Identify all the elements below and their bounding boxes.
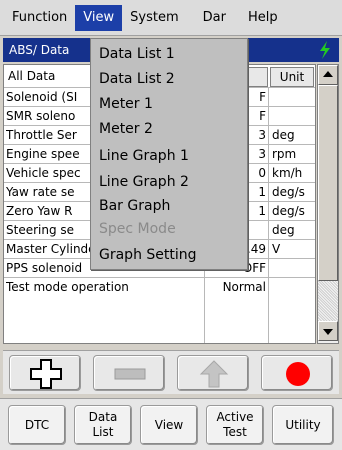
row-unit: deg/s [272,185,305,199]
row-unit: deg [272,128,295,142]
menu-item-graph-setting[interactable]: Graph Setting [91,242,247,268]
move-up-button[interactable] [177,355,249,391]
row-unit: deg [272,223,295,237]
menu-item-line-graph-1[interactable]: Line Graph 1 [91,143,247,169]
menu-view[interactable]: View [75,4,123,31]
scroll-down-button[interactable] [318,321,338,341]
row-unit: deg/s [272,204,305,218]
menu-item-meter-1[interactable]: Meter 1 [91,91,247,117]
scroll-up-button[interactable] [318,65,338,85]
row-name: Test mode operation [6,280,129,294]
view-menu-dropdown: Data List 1 Data List 2 Meter 1 Meter 2 … [90,38,248,270]
table-row[interactable]: Test mode operation Normal [4,277,315,296]
row-unit: rpm [272,147,297,161]
action-toolbar [3,350,339,394]
record-button[interactable] [261,355,333,391]
menu-item-data-list-1[interactable]: Data List 1 [91,41,247,67]
vertical-scrollbar[interactable] [317,64,339,344]
scroll-thumb[interactable] [318,85,338,281]
row-unit [270,107,314,125]
minus-icon [114,368,146,380]
row-unit [270,259,314,277]
tab-dtc[interactable]: DTC [8,405,66,445]
column-header-name: All Data [8,69,56,83]
tab-data-list[interactable]: Data List [74,405,132,445]
column-header-unit[interactable]: Unit [270,67,314,87]
bottom-tab-bar: DTC Data List View Active Test Utility [0,398,342,450]
menu-function[interactable]: Function [4,5,75,31]
remove-button[interactable] [93,355,165,391]
tab-utility[interactable]: Utility [272,405,334,445]
triangle-down-icon [323,329,333,335]
menu-help[interactable]: Help [240,5,286,31]
menu-item-line-graph-2[interactable]: Line Graph 2 [91,169,247,195]
add-button[interactable] [9,355,81,391]
row-value: Normal [222,280,266,294]
screen-title: ABS/ Data [9,43,70,57]
plus-icon [30,359,62,389]
menu-item-data-list-2[interactable]: Data List 2 [91,66,247,92]
row-unit [270,88,314,106]
triangle-up-icon [323,71,333,77]
menu-item-meter-2[interactable]: Meter 2 [91,116,247,142]
menu-bar: Function View System Dar Help [0,0,342,36]
record-icon [286,362,310,386]
flash-icon [320,41,330,59]
menu-item-spec-mode: Spec Mode [99,221,176,237]
tab-active-test[interactable]: Active Test [206,405,264,445]
row-unit [270,278,314,296]
row-unit: km/h [272,166,303,180]
menu-dar[interactable]: Dar [195,5,234,31]
menu-system[interactable]: System [122,5,186,31]
tab-view[interactable]: View [140,405,198,445]
row-unit: V [272,242,281,256]
arrow-up-icon [199,360,229,388]
